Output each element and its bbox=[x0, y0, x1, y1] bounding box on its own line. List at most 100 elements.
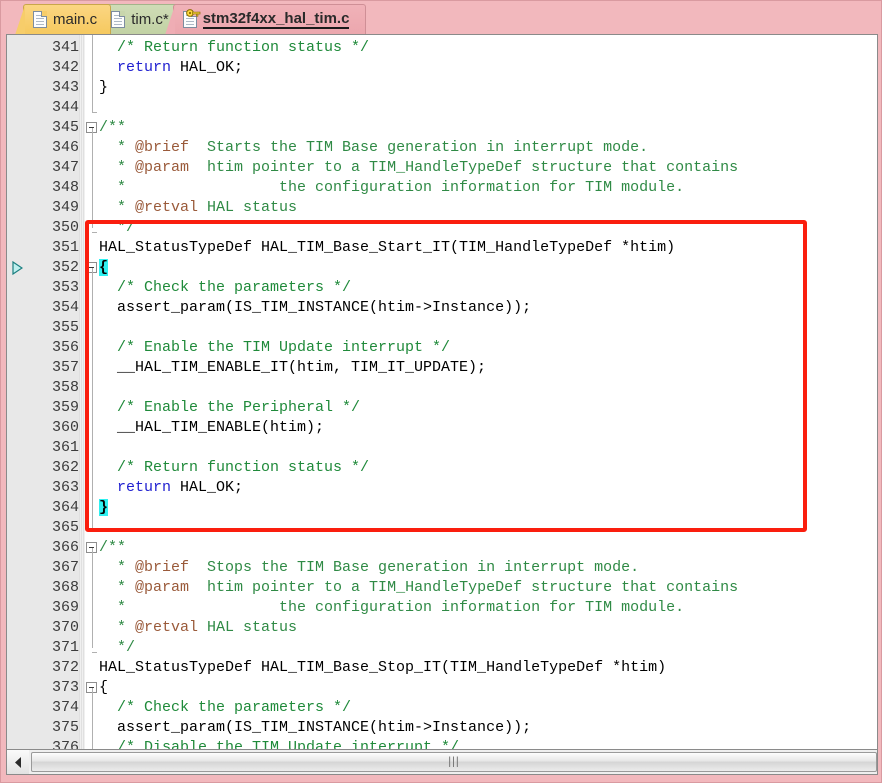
code-line[interactable]: } bbox=[99, 78, 108, 98]
code-line[interactable]: return HAL_OK; bbox=[99, 58, 243, 78]
code-token: htim pointer to a TIM_HandleTypeDef stru… bbox=[189, 159, 739, 176]
code-line[interactable]: */ bbox=[99, 218, 135, 238]
code-token: return bbox=[117, 479, 172, 496]
code-line[interactable]: HAL_StatusTypeDef HAL_TIM_Base_Start_IT(… bbox=[99, 238, 675, 258]
code-line[interactable]: assert_param(IS_TIM_INSTANCE(htim->Insta… bbox=[99, 298, 531, 318]
code-line[interactable]: * @retval HAL status bbox=[99, 618, 297, 638]
tab-stm32f4xx-hal-tim-c[interactable]: stm32f4xx_hal_tim.c bbox=[164, 4, 367, 34]
code-editor-area[interactable]: 341 342 343 344 345 346 347 348 349 350 351 352 353 3… bbox=[6, 34, 878, 749]
code-token: __HAL_TIM_ENABLE_IT(htim, TIM_IT_UPDATE)… bbox=[99, 359, 487, 376]
code-token: } bbox=[99, 79, 109, 96]
tab-label: stm32f4xx_hal_tim.c bbox=[202, 9, 350, 29]
code-token: * the configuration information for TIM … bbox=[99, 179, 685, 196]
line-number: 353 bbox=[51, 279, 79, 296]
code-line[interactable]: /* Check the parameters */ bbox=[99, 278, 351, 298]
document-icon bbox=[111, 11, 126, 28]
fold-guide-line bbox=[92, 268, 93, 528]
code-line[interactable]: /* Enable the TIM Update interrupt */ bbox=[99, 338, 450, 358]
line-number: 367 bbox=[51, 559, 79, 576]
code-line[interactable]: /* Check the parameters */ bbox=[99, 698, 351, 718]
line-number: 346 bbox=[51, 139, 79, 156]
line-number: 342 bbox=[51, 59, 79, 76]
code-token: assert_param(IS_TIM_INSTANCE(htim->Insta… bbox=[99, 299, 532, 316]
horizontal-scrollbar[interactable]: ||| bbox=[6, 749, 878, 775]
fold-end-marker bbox=[92, 652, 97, 653]
line-number: 345 bbox=[51, 119, 79, 136]
document-icon bbox=[182, 9, 201, 28]
execution-pointer-icon bbox=[12, 261, 23, 275]
code-line[interactable]: HAL_StatusTypeDef HAL_TIM_Base_Stop_IT(T… bbox=[99, 658, 666, 678]
code-token: assert_param(IS_TIM_INSTANCE(htim->Insta… bbox=[99, 719, 532, 736]
code-line[interactable]: */ bbox=[99, 638, 135, 658]
code-token: /** bbox=[99, 539, 127, 556]
line-number: 341 bbox=[51, 39, 79, 56]
line-number: 348 bbox=[51, 179, 79, 196]
code-editor-window: main.c tim.c* stm32f4xx_hal_tim.c 341 34… bbox=[0, 0, 882, 783]
code-line[interactable]: /** bbox=[99, 538, 126, 558]
code-line[interactable]: * @brief Stops the TIM Base generation i… bbox=[99, 558, 639, 578]
line-number: 364 bbox=[51, 499, 79, 516]
line-number: 351 bbox=[51, 239, 79, 256]
code-token: /** bbox=[99, 119, 127, 136]
code-token: /* Check the parameters */ bbox=[99, 699, 352, 716]
code-line[interactable]: * @param htim pointer to a TIM_HandleTyp… bbox=[99, 158, 738, 178]
line-number: 358 bbox=[51, 379, 79, 396]
code-text-area[interactable]: /* Return function status */ return HAL_… bbox=[99, 35, 877, 749]
code-line[interactable]: __HAL_TIM_ENABLE_IT(htim, TIM_IT_UPDATE)… bbox=[99, 358, 486, 378]
line-number: 344 bbox=[51, 99, 79, 116]
code-line[interactable]: } bbox=[99, 498, 109, 518]
code-token: { bbox=[99, 679, 109, 696]
code-line[interactable]: /* Return function status */ bbox=[99, 458, 369, 478]
line-number: 354 bbox=[51, 299, 79, 316]
bookmark-margin[interactable] bbox=[7, 35, 27, 749]
code-token: @param bbox=[135, 159, 190, 176]
code-token: /* Disable the TIM Update interrupt */ bbox=[99, 739, 460, 749]
code-line[interactable]: assert_param(IS_TIM_INSTANCE(htim->Insta… bbox=[99, 718, 531, 738]
code-token: HAL_OK; bbox=[171, 59, 244, 76]
code-token: * bbox=[99, 159, 136, 176]
chevron-left-icon bbox=[14, 756, 21, 768]
code-line[interactable]: * the configuration information for TIM … bbox=[99, 178, 684, 198]
code-line[interactable]: * @param htim pointer to a TIM_HandleTyp… bbox=[99, 578, 738, 598]
line-number: 359 bbox=[51, 399, 79, 416]
scrollbar-thumb[interactable]: ||| bbox=[31, 752, 877, 772]
code-line[interactable]: /* Enable the Peripheral */ bbox=[99, 398, 360, 418]
code-token: /* Return function status */ bbox=[99, 39, 370, 56]
line-number: 356 bbox=[51, 339, 79, 356]
code-token: * bbox=[99, 139, 136, 156]
code-token: @brief bbox=[135, 559, 190, 576]
code-line[interactable]: * @brief Starts the TIM Base generation … bbox=[99, 138, 648, 158]
line-number: 362 bbox=[51, 459, 79, 476]
scroll-left-button[interactable] bbox=[7, 750, 29, 774]
code-token: * bbox=[99, 579, 136, 596]
code-token: HAL_StatusTypeDef HAL_TIM_Base_Stop_IT(T… bbox=[99, 659, 667, 676]
code-token: __HAL_TIM_ENABLE(htim); bbox=[99, 419, 325, 436]
line-number: 365 bbox=[51, 519, 79, 536]
code-line[interactable]: { bbox=[99, 678, 108, 698]
line-number: 376 bbox=[51, 739, 79, 749]
line-number-gutter: 341 342 343 344 345 346 347 348 349 350 351 352 353 3… bbox=[27, 35, 85, 749]
editor-tab-bar: main.c tim.c* stm32f4xx_hal_tim.c bbox=[1, 1, 881, 34]
code-folding-margin[interactable] bbox=[85, 35, 99, 749]
fold-end-marker bbox=[92, 232, 97, 233]
code-line[interactable]: __HAL_TIM_ENABLE(htim); bbox=[99, 418, 324, 438]
line-number: 369 bbox=[51, 599, 79, 616]
code-line[interactable]: return HAL_OK; bbox=[99, 478, 243, 498]
code-token: */ bbox=[99, 639, 136, 656]
fold-guide-line bbox=[92, 688, 93, 749]
code-line[interactable]: /** bbox=[99, 118, 126, 138]
code-token: Stops the TIM Base generation in interru… bbox=[189, 559, 640, 576]
code-token: * bbox=[99, 199, 136, 216]
code-line[interactable]: /* Disable the TIM Update interrupt */ bbox=[99, 738, 459, 749]
line-number: 372 bbox=[51, 659, 79, 676]
code-line[interactable]: * @retval HAL status bbox=[99, 198, 297, 218]
code-token: @brief bbox=[135, 139, 190, 156]
line-number: 366 bbox=[51, 539, 79, 556]
code-line[interactable]: { bbox=[99, 258, 109, 278]
code-line[interactable]: * the configuration information for TIM … bbox=[99, 598, 684, 618]
code-line[interactable]: /* Return function status */ bbox=[99, 38, 369, 58]
code-token: * bbox=[99, 559, 136, 576]
tab-main-c[interactable]: main.c bbox=[14, 4, 112, 34]
tab-label: main.c bbox=[53, 11, 98, 28]
